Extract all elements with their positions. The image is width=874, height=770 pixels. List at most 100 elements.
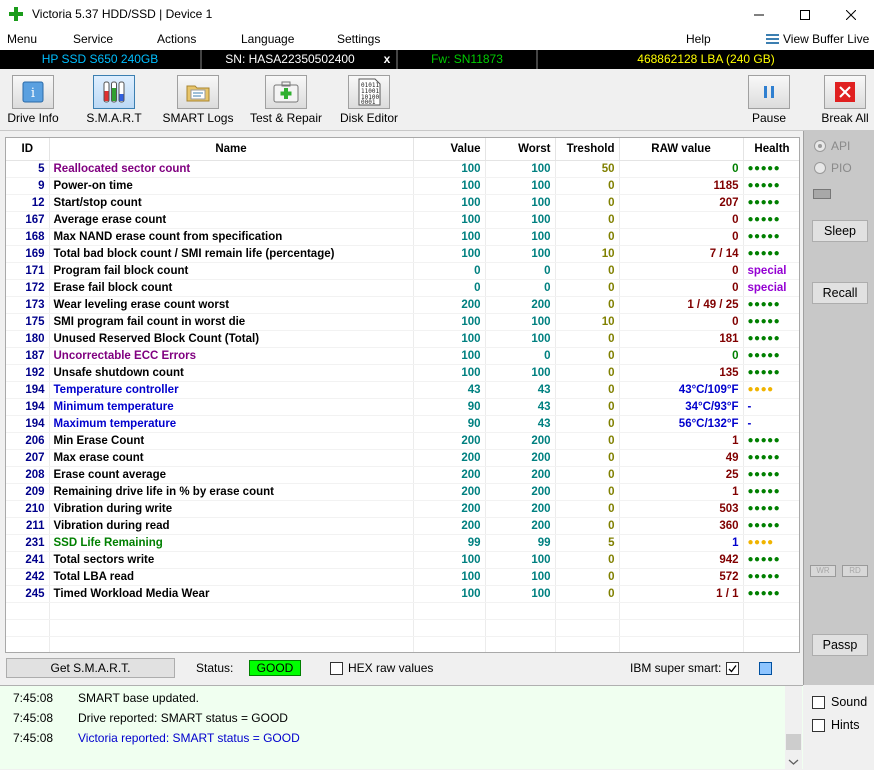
attribute-name: Power-on time	[49, 177, 414, 195]
attribute-name: Wear leveling erase count worst	[49, 296, 414, 314]
recall-button[interactable]: Recall	[812, 282, 868, 304]
passp-button[interactable]: Passp	[812, 634, 868, 656]
table-row[interactable]: 192 Unsafe shutdown count 100 100 0 135 ●●●●●	[6, 364, 799, 382]
table-row[interactable]: 171 Program fail block count 0 0 0 0 special	[6, 262, 799, 280]
view-buffer-live[interactable]: View Buffer Live	[766, 32, 869, 46]
smart-logs-button[interactable]: SMART Logs	[162, 75, 234, 127]
close-button[interactable]	[828, 0, 874, 30]
get-smart-button[interactable]: Get S.M.A.R.T.	[6, 658, 175, 678]
empty-cell	[743, 636, 799, 652]
maximize-button[interactable]	[782, 0, 828, 30]
menu-actions[interactable]: Actions	[157, 32, 196, 46]
table-row[interactable]: 207 Max erase count 200 200 0 49 ●●●●●	[6, 449, 799, 467]
attribute-name: Minimum temperature	[49, 398, 414, 416]
table-row[interactable]: 210 Vibration during write 200 200 0 503 ●●●●●	[6, 500, 799, 518]
break-all-button[interactable]: Break All	[818, 75, 872, 127]
menu-settings[interactable]: Settings	[337, 32, 380, 46]
table-row[interactable]: 175 SMI program fail count in worst die 10…	[6, 313, 799, 331]
attribute-health: ●●●●●	[743, 551, 799, 569]
column-header-worst[interactable]: Worst	[485, 138, 556, 161]
disk-editor-label: Disk Editor	[339, 111, 398, 125]
table-row[interactable]: 209 Remaining drive life in % by erase co…	[6, 483, 799, 501]
table-row[interactable]: 194 Minimum temperature 90 43 0 34°C/93°F -	[6, 398, 799, 416]
disk-editor-button[interactable]: 01011 11001 10100 0001 Disk Editor	[338, 75, 400, 127]
log-message: SMART base updated.	[78, 691, 199, 705]
log-entry: 7:45:08 Victoria reported: SMART status …	[0, 728, 785, 748]
table-row[interactable]: 245 Timed Workload Media Wear 100 100 0 1 / 1…	[6, 585, 799, 603]
attribute-id: 168	[6, 228, 50, 246]
attribute-threshold: 0	[555, 449, 620, 467]
drive-firmware: Fw: SN11873	[431, 52, 503, 66]
menu-service[interactable]: Service	[73, 32, 113, 46]
info-icon: i	[12, 75, 54, 109]
menu-help[interactable]: Help	[686, 32, 711, 46]
empty-cell	[485, 619, 556, 637]
attribute-worst: 200	[485, 500, 556, 518]
indicator-square[interactable]	[759, 662, 772, 675]
ibm-super-smart-option[interactable]: IBM super smart:	[630, 661, 740, 675]
table-row[interactable]: 168 Max NAND erase count from specificati…	[6, 228, 799, 246]
options-panel: Sound Hints	[803, 685, 874, 769]
pio-radio[interactable]: PIO	[814, 161, 852, 175]
hex-raw-checkbox[interactable]	[330, 661, 343, 675]
hints-checkbox[interactable]	[812, 718, 825, 732]
close-device-button[interactable]: x	[380, 50, 394, 69]
table-row[interactable]: 169 Total bad block count / SMI remain li…	[6, 245, 799, 263]
hex-raw-values-option[interactable]: HEX raw values	[330, 661, 433, 675]
attribute-name: Total sectors write	[49, 551, 414, 569]
empty-cell	[619, 602, 744, 620]
column-header-health[interactable]: Health	[743, 138, 799, 161]
table-row[interactable]: 167 Average erase count 100 100 0 0 ●●●●●	[6, 211, 799, 229]
attribute-health: ●●●●●	[743, 160, 799, 178]
table-row[interactable]: 211 Vibration during read 200 200 0 360 ●●●●●	[6, 517, 799, 535]
menu-language[interactable]: Language	[241, 32, 294, 46]
attribute-value: 100	[413, 551, 486, 569]
column-header-id[interactable]: ID	[6, 138, 50, 161]
table-row[interactable]: 187 Uncorrectable ECC Errors 100 0 0 0 ●●●●●	[6, 347, 799, 365]
log-scrollbar[interactable]	[785, 686, 802, 770]
table-row[interactable]: 241 Total sectors write 100 100 0 942 ●●●●●	[6, 551, 799, 569]
attribute-health: ●●●●●	[743, 228, 799, 246]
table-row[interactable]: 206 Min Erase Count 200 200 0 1 ●●●●●	[6, 432, 799, 450]
ibm-super-smart-label: IBM super smart:	[630, 661, 722, 675]
column-header-raw-value[interactable]: RAW value	[619, 138, 744, 161]
log-message: Drive reported: SMART status = GOOD	[78, 711, 288, 725]
attribute-raw-value: 49	[619, 449, 744, 467]
pause-button[interactable]: Pause	[746, 75, 792, 127]
minimize-button[interactable]	[736, 0, 782, 30]
sound-checkbox[interactable]	[812, 695, 825, 709]
table-row[interactable]: 208 Erase count average 200 200 0 25 ●●●●●	[6, 466, 799, 484]
test-repair-button[interactable]: Test & Repair	[246, 75, 326, 127]
svg-text:0001: 0001	[361, 99, 376, 106]
attribute-raw-value: 0	[619, 279, 744, 297]
api-radio[interactable]: API	[814, 139, 850, 153]
hints-option[interactable]: Hints	[812, 718, 859, 732]
table-row[interactable]: 194 Maximum temperature 90 43 0 56°C/132°F -	[6, 415, 799, 433]
column-header-name[interactable]: Name	[49, 138, 414, 161]
column-header-threshold[interactable]: Treshold	[555, 138, 620, 161]
sleep-button[interactable]: Sleep	[812, 220, 868, 242]
empty-cell	[413, 602, 486, 620]
table-row[interactable]: 5 Reallocated sector count 100 100 50 0 ●●●●●	[6, 160, 799, 178]
attribute-raw-value: 572	[619, 568, 744, 586]
drive-info-button[interactable]: i Drive Info	[2, 75, 64, 127]
table-row[interactable]: 172 Erase fail block count 0 0 0 0 special	[6, 279, 799, 297]
ibm-super-smart-checkbox[interactable]	[726, 661, 740, 675]
sound-option[interactable]: Sound	[812, 695, 867, 709]
attribute-name: Unused Reserved Block Count (Total)	[49, 330, 414, 348]
attribute-name: Vibration during write	[49, 500, 414, 518]
attribute-id: 194	[6, 398, 50, 416]
table-row[interactable]: 180 Unused Reserved Block Count (Total) 10…	[6, 330, 799, 348]
table-row[interactable]: 9 Power-on time 100 100 0 1185 ●●●●●	[6, 177, 799, 195]
menu-menu[interactable]: Menu	[7, 32, 37, 46]
table-row[interactable]: 242 Total LBA read 100 100 0 572 ●●●●●	[6, 568, 799, 586]
table-row[interactable]: 12 Start/stop count 100 100 0 207 ●●●●●	[6, 194, 799, 212]
table-row[interactable]: 194 Temperature controller 43 43 0 43°C/109°F…	[6, 381, 799, 399]
table-row[interactable]: 173 Wear leveling erase count worst 200 200…	[6, 296, 799, 314]
table-row[interactable]: 231 SSD Life Remaining 99 99 5 1 ●●●●	[6, 534, 799, 552]
smart-button[interactable]: S.M.A.R.T	[82, 75, 146, 127]
column-header-value[interactable]: Value	[413, 138, 486, 161]
scroll-down-icon[interactable]	[786, 758, 801, 766]
attribute-health: ●●●●●	[743, 568, 799, 586]
log-scrollbar-thumb[interactable]	[786, 734, 801, 750]
